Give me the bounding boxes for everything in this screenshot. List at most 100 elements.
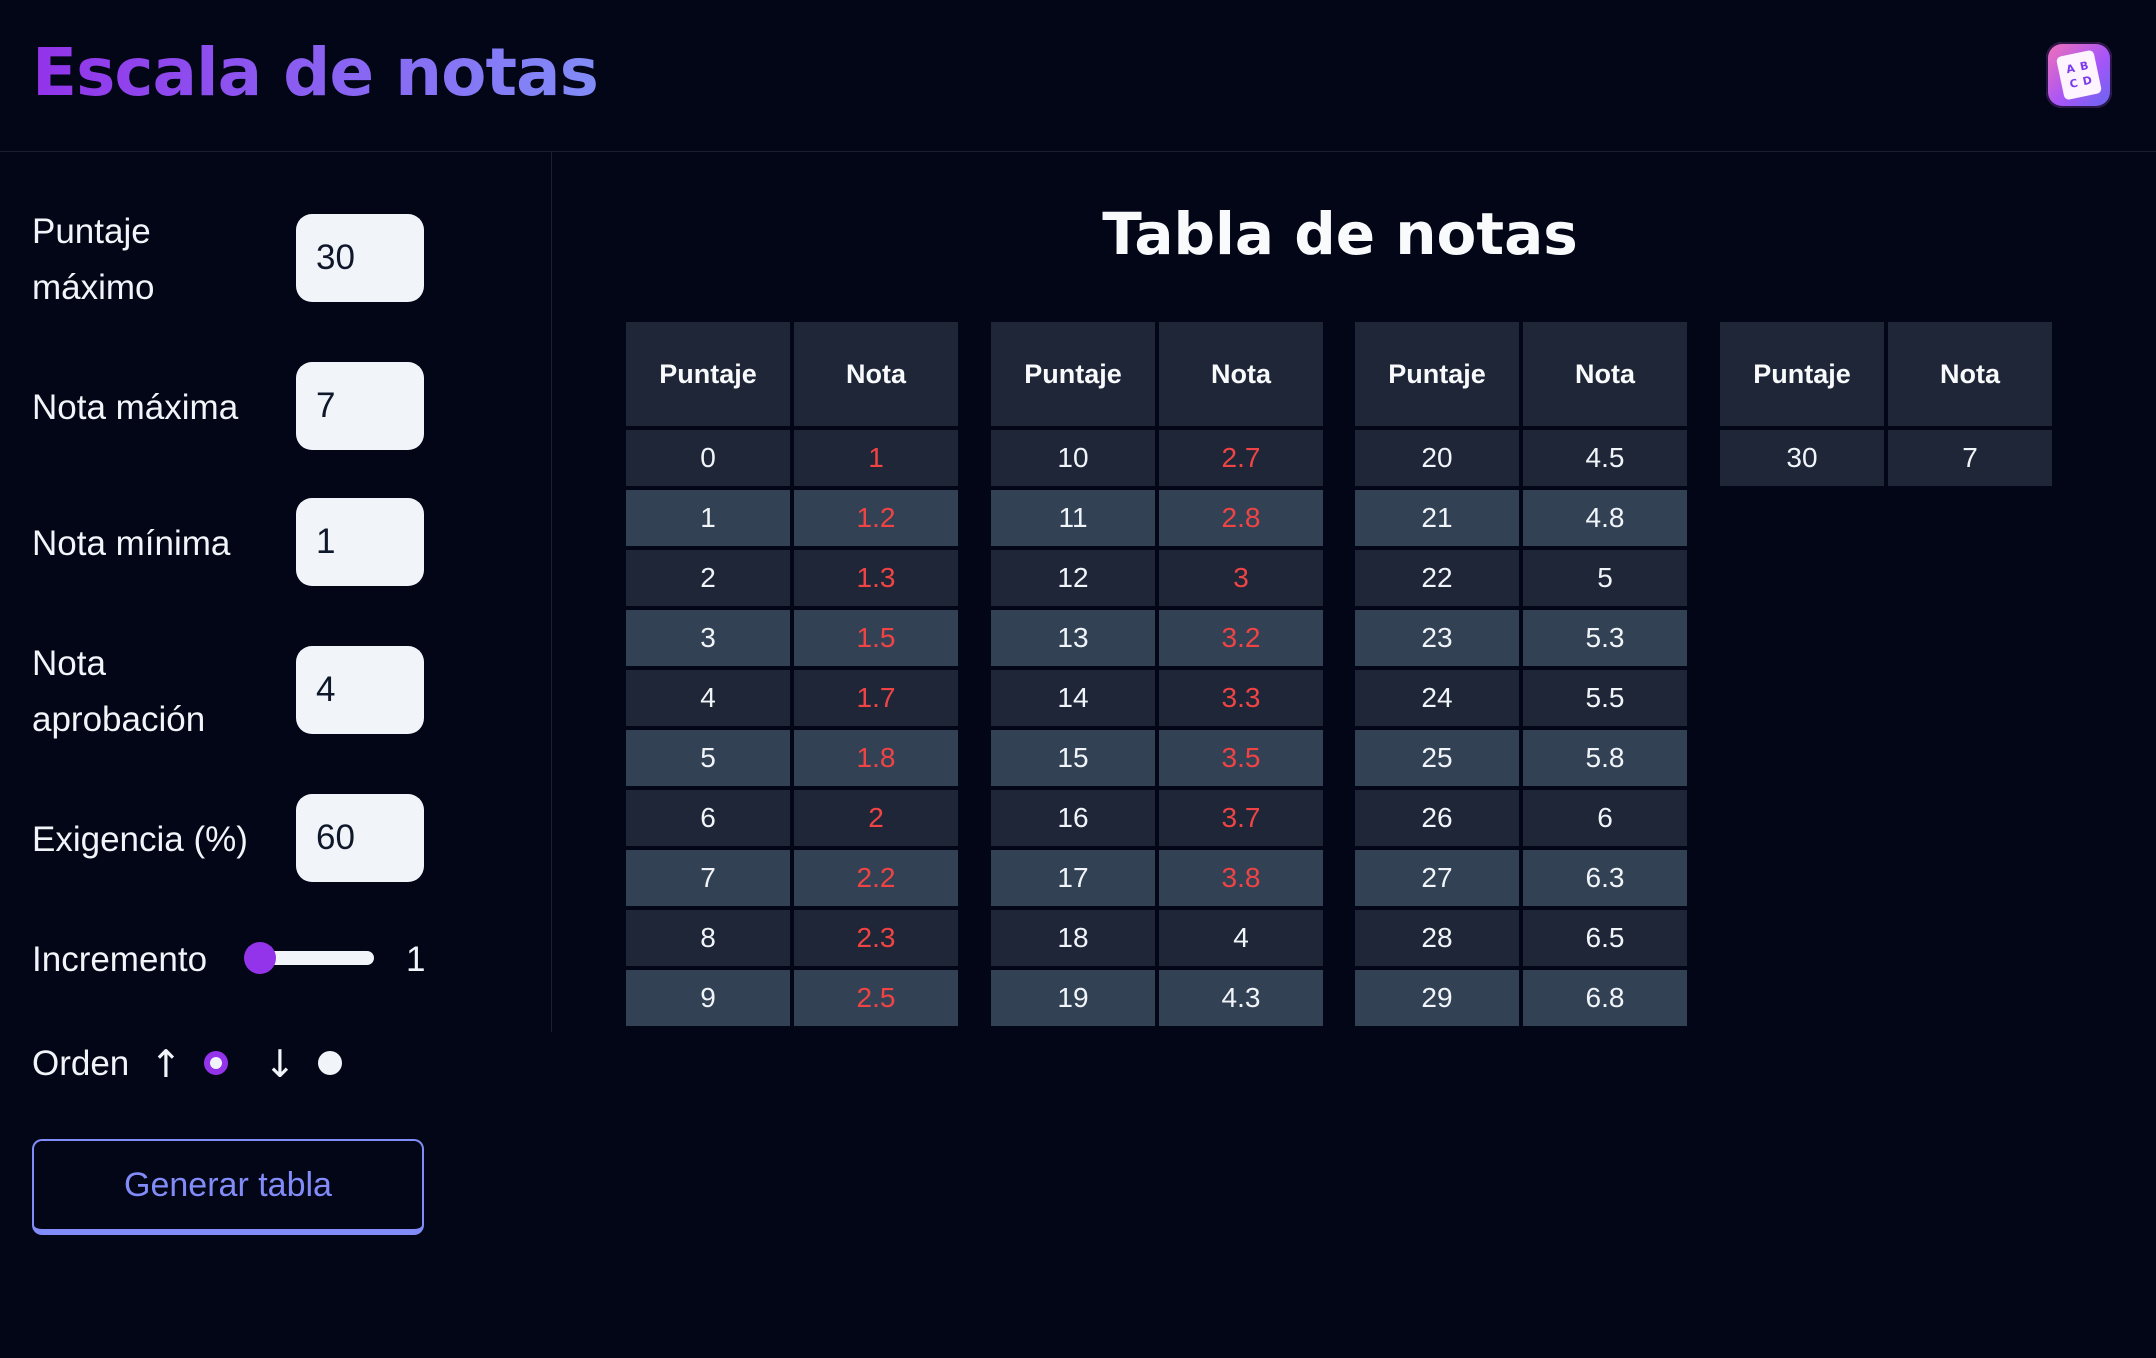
table-row: 12 3: [991, 550, 1323, 606]
min-grade-input[interactable]: [296, 498, 424, 586]
grade-cell: 2.3: [794, 910, 958, 966]
score-cell: 22: [1355, 550, 1519, 606]
table-row: 24 5.5: [1355, 670, 1687, 726]
score-cell: 13: [991, 610, 1155, 666]
table-row: 5 1.8: [626, 730, 958, 786]
score-cell: 0: [626, 430, 790, 486]
score-cell: 18: [991, 910, 1155, 966]
score-cell: 15: [991, 730, 1155, 786]
score-cell: 11: [991, 490, 1155, 546]
grade-table: Puntaje Nota 10 2.7 11 2.8 12 3 13 3.2 14 3.3 15 3.5 1…: [987, 318, 1327, 1030]
grade-cell: 6.3: [1523, 850, 1687, 906]
score-cell: 17: [991, 850, 1155, 906]
table-row: 2 1.3: [626, 550, 958, 606]
demand-label: Exigencia (%): [32, 820, 248, 859]
score-cell: 30: [1720, 430, 1884, 486]
score-cell: 29: [1355, 970, 1519, 1026]
table-row: 17 3.8: [991, 850, 1323, 906]
table-row: 14 3.3: [991, 670, 1323, 726]
score-cell: 23: [1355, 610, 1519, 666]
max-grade-input[interactable]: [296, 362, 424, 450]
grade-cell: 2: [794, 790, 958, 846]
table-row: 29 6.8: [1355, 970, 1687, 1026]
grade-table: Puntaje Nota 20 4.5 21 4.8 22 5 23 5.3 24 5.5 25 5.8 2…: [1351, 318, 1691, 1030]
grade-cell: 4: [1159, 910, 1323, 966]
demand-input[interactable]: [296, 794, 424, 882]
score-cell: 28: [1355, 910, 1519, 966]
header-score: Puntaje: [991, 322, 1155, 426]
pass-grade-label: Nota aprobación: [32, 644, 206, 739]
score-cell: 4: [626, 670, 790, 726]
grade-cell: 2.7: [1159, 430, 1323, 486]
max-score-input[interactable]: [296, 214, 424, 302]
header-grade: Nota: [1159, 322, 1323, 426]
grade-cell: 2.8: [1159, 490, 1323, 546]
table-row: 62: [626, 790, 958, 846]
table-row: 9 2.5: [626, 970, 958, 1026]
header-grade: Nota: [1888, 322, 2052, 426]
score-cell: 21: [1355, 490, 1519, 546]
score-cell: 16: [991, 790, 1155, 846]
score-cell: 27: [1355, 850, 1519, 906]
score-cell: 1: [626, 490, 790, 546]
table-row: 25 5.8: [1355, 730, 1687, 786]
table-row: 11 2.8: [991, 490, 1323, 546]
increment-label: Incremento: [32, 940, 208, 979]
score-cell: 24: [1355, 670, 1519, 726]
table-row: 7 2.2: [626, 850, 958, 906]
generate-table-button[interactable]: Generar tabla: [32, 1139, 424, 1235]
header-grade: Nota: [794, 322, 958, 426]
header-score: Puntaje: [626, 322, 790, 426]
header-score: Puntaje: [1355, 322, 1519, 426]
grade-cell: 4.5: [1523, 430, 1687, 486]
table-row: 15 3.5: [991, 730, 1323, 786]
max-score-label: Puntaje máximo: [32, 212, 155, 307]
table-row: 13 3.2: [991, 610, 1323, 666]
grade-cell: 4.3: [1159, 970, 1323, 1026]
table-row: 20 4.5: [1355, 430, 1687, 486]
logo-letter: B: [2078, 58, 2090, 74]
table-row: 01: [626, 430, 958, 486]
grade-cell: 6: [1523, 790, 1687, 846]
grade-cell: 1.5: [794, 610, 958, 666]
grade-cell: 3: [1159, 550, 1323, 606]
grade-cell: 1.3: [794, 550, 958, 606]
table-row: 23 5.3: [1355, 610, 1687, 666]
grade-cell: 5.5: [1523, 670, 1687, 726]
score-cell: 8: [626, 910, 790, 966]
grade-cell: 1.7: [794, 670, 958, 726]
pass-grade-input[interactable]: [296, 646, 424, 734]
grade-cell: 2.5: [794, 970, 958, 1026]
table-row: 1 1.2: [626, 490, 958, 546]
app-logo-icon[interactable]: A B C D: [2046, 42, 2112, 108]
grade-cell: 1.2: [794, 490, 958, 546]
logo-letter: D: [2081, 73, 2094, 89]
grade-cell: 7: [1888, 430, 2052, 486]
score-cell: 6: [626, 790, 790, 846]
grade-cell: 2.2: [794, 850, 958, 906]
order-desc-radio[interactable]: [318, 1051, 342, 1075]
score-cell: 10: [991, 430, 1155, 486]
table-row: 18 4: [991, 910, 1323, 966]
table-row: 22 5: [1355, 550, 1687, 606]
score-cell: 25: [1355, 730, 1519, 786]
table-row: 26 6: [1355, 790, 1687, 846]
order-asc-radio[interactable]: [204, 1051, 228, 1075]
table-row: 8 2.3: [626, 910, 958, 966]
order-label: Orden: [32, 1044, 130, 1083]
score-cell: 26: [1355, 790, 1519, 846]
grade-cell: 3.2: [1159, 610, 1323, 666]
grade-table: Puntaje Nota 30 7: [1716, 318, 2056, 490]
table-row: 10 2.7: [991, 430, 1323, 486]
score-cell: 3: [626, 610, 790, 666]
score-cell: 7: [626, 850, 790, 906]
grade-cell: 5.3: [1523, 610, 1687, 666]
app-header: Escala de notas A B C D: [0, 0, 2156, 152]
grade-cell: 3.7: [1159, 790, 1323, 846]
max-grade-label: Nota máxima: [32, 388, 239, 427]
score-cell: 20: [1355, 430, 1519, 486]
score-cell: 12: [991, 550, 1155, 606]
score-cell: 5: [626, 730, 790, 786]
increment-slider-thumb[interactable]: [244, 942, 276, 974]
grade-cell: 6.8: [1523, 970, 1687, 1026]
